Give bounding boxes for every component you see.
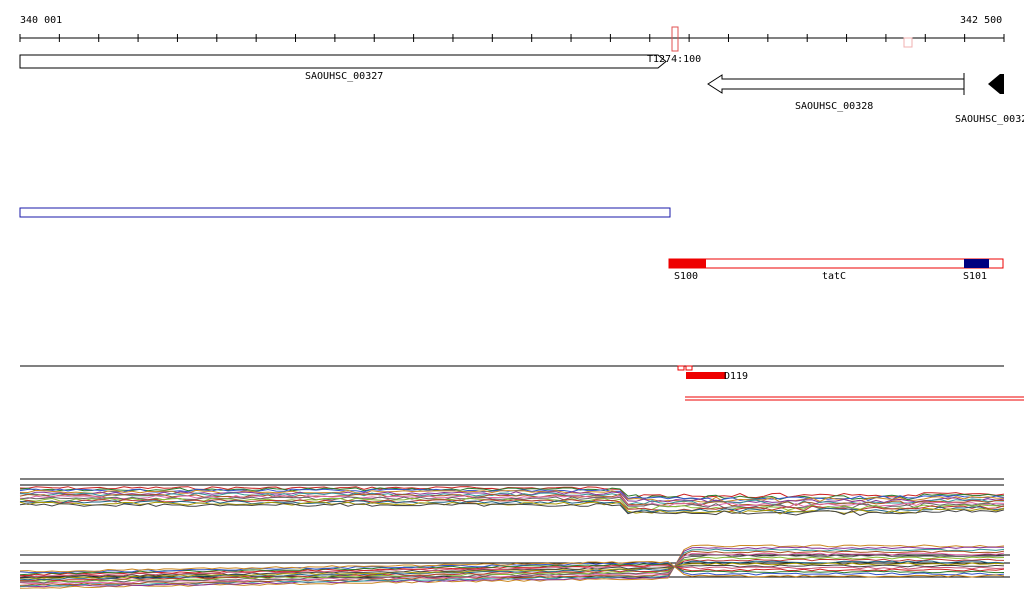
marker-label: T1274:100 <box>647 54 701 65</box>
d119-marker-b <box>685 365 693 371</box>
gene-label-saouhsc-00328: SAOUHSC_00328 <box>795 101 873 112</box>
trace-lines-lower <box>19 544 1005 589</box>
d119-marker-a <box>677 365 685 371</box>
blue-region[interactable] <box>19 207 671 218</box>
gene-saouhsc-0032x[interactable] <box>988 74 1004 94</box>
tatc-label: tatC <box>822 271 846 282</box>
position-marker-box <box>671 26 679 52</box>
segment-label-s100: S100 <box>674 271 698 282</box>
ruler-start-label: 340 001 <box>20 15 62 26</box>
coordinate-ruler: 340 001 342 500 <box>19 15 1005 52</box>
trace-lines-upper <box>19 486 1005 516</box>
gene-track: SAOUHSC_00327 T1274:100 SAOUHSC_00328 SA… <box>19 54 1024 125</box>
gene-saouhsc-00328[interactable] <box>707 74 965 94</box>
genome-browser-view: 340 001 342 500 SAOUHSC_00327 T1274:100 … <box>0 0 1024 611</box>
position-marker-small <box>903 37 913 48</box>
tatc-track: S100 tatC S101 <box>668 258 1004 282</box>
d119-track: D119 <box>20 365 1024 401</box>
gene-label-saouhsc-0032x: SAOUHSC_0032 <box>955 114 1024 125</box>
gene-saouhsc-00327[interactable] <box>19 54 667 69</box>
ruler-end-label: 342 500 <box>960 15 1002 26</box>
gene-label-saouhsc-00327: SAOUHSC_00327 <box>305 71 383 82</box>
trace-track-upper <box>19 478 1005 516</box>
segment-s101[interactable] <box>964 259 989 268</box>
tatc-feature[interactable] <box>668 258 1004 269</box>
segment-s100[interactable] <box>669 259 706 268</box>
trace-track-lower <box>19 544 1010 589</box>
segment-label-s101: S101 <box>963 271 987 282</box>
d119-feature[interactable] <box>686 372 726 379</box>
d119-label: D119 <box>724 371 748 382</box>
